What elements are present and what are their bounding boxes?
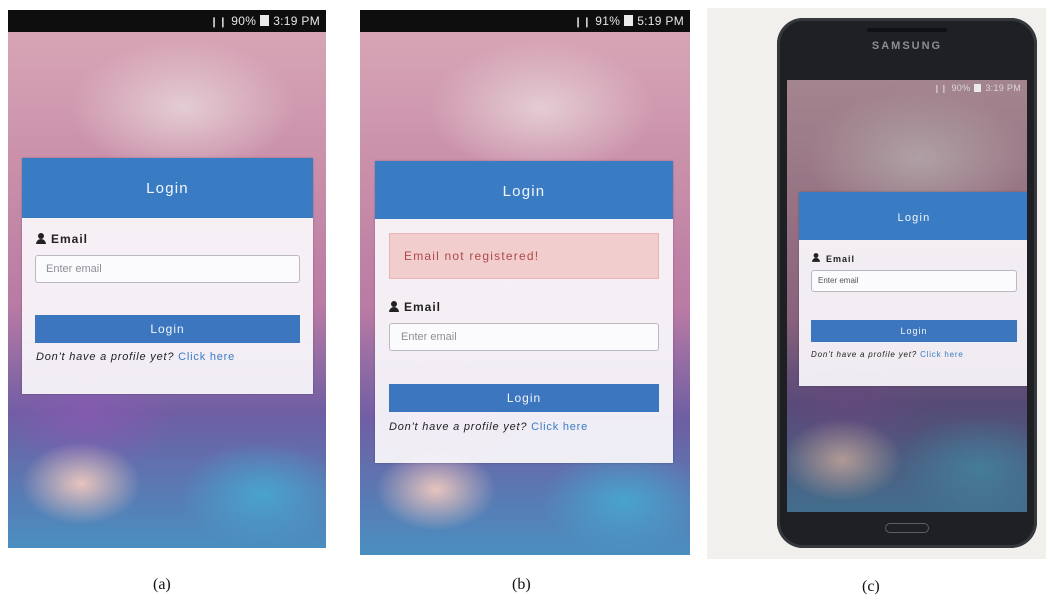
login-card: Login Email Enter email Login Don't have… (799, 192, 1027, 386)
error-message: Email not registered! (404, 249, 540, 263)
battery-icon (624, 15, 634, 26)
email-label-row: Email (36, 232, 88, 246)
login-card: Login Email Enter email Login Don't have… (22, 158, 313, 394)
signup-link[interactable]: Click here (178, 351, 235, 363)
clock: 5:19 PM (637, 14, 684, 28)
signup-link[interactable]: Click here (920, 350, 964, 359)
signup-prompt: Don't have a profile yet? Click here (389, 421, 588, 433)
phone-speaker (867, 28, 947, 32)
email-input[interactable]: Enter email (35, 255, 300, 283)
email-input[interactable]: Enter email (811, 270, 1017, 292)
card-header: Login (375, 161, 673, 219)
login-button[interactable]: Login (35, 315, 300, 343)
signup-text: Don't have a profile yet? (811, 350, 918, 359)
signal-icon: ❙❙ (209, 17, 228, 28)
login-card: Login Email not registered! Email Enter … (375, 161, 673, 463)
caption-c: (c) (862, 578, 880, 595)
login-button-label: Login (900, 326, 928, 336)
user-icon (389, 301, 399, 312)
signup-text: Don't have a profile yet? (36, 351, 175, 363)
battery-percent: 91% (595, 14, 621, 28)
status-bar: ❙❙ 90% 3:19 PM (787, 80, 1027, 96)
caption-a: (a) (153, 576, 171, 593)
signal-icon: ❙❙ (573, 17, 592, 28)
email-label: Email (826, 254, 856, 264)
error-alert: Email not registered! (389, 233, 659, 279)
clock: 3:19 PM (273, 14, 320, 28)
login-button-label: Login (150, 322, 185, 336)
signup-prompt: Don't have a profile yet? Click here (36, 351, 235, 363)
login-button[interactable]: Login (811, 320, 1017, 342)
email-input[interactable]: Enter email (389, 323, 659, 351)
status-bar: ❙❙ 90% 3:19 PM (8, 10, 326, 32)
signal-icon: ❙❙ (933, 84, 948, 93)
email-placeholder: Enter email (818, 276, 859, 285)
battery-icon (974, 84, 982, 92)
login-title: Login (897, 212, 931, 224)
login-title: Login (146, 180, 189, 197)
card-header: Login (799, 192, 1027, 240)
email-placeholder: Enter email (401, 331, 457, 343)
card-header: Login (22, 158, 313, 218)
login-title: Login (502, 183, 546, 200)
signup-link[interactable]: Click here (531, 421, 588, 433)
email-label-row: Email (811, 252, 855, 264)
email-label: Email (404, 300, 442, 314)
login-button-label: Login (506, 391, 542, 405)
email-label-row: Email (389, 300, 441, 314)
home-button (885, 523, 929, 533)
battery-percent: 90% (231, 14, 257, 28)
phone-brand: SAMSUNG (871, 40, 943, 52)
status-bar: ❙❙ 91% 5:19 PM (360, 10, 690, 32)
email-placeholder: Enter email (46, 263, 102, 275)
user-icon (36, 233, 46, 244)
phone-photo-c: SAMSUNG ❙❙ 90% 3:19 PM Login Email Enter e… (707, 8, 1046, 559)
screenshot-a: ❙❙ 90% 3:19 PM Login Email Enter email Log… (8, 10, 326, 548)
signup-prompt: Don't have a profile yet? Click here (811, 350, 964, 359)
caption-b: (b) (512, 576, 531, 593)
clock: 3:19 PM (985, 83, 1021, 93)
phone-screen: ❙❙ 90% 3:19 PM Login Email Enter email Log… (787, 80, 1027, 512)
screenshot-b: ❙❙ 91% 5:19 PM Login Email not registered!… (360, 10, 690, 555)
battery-percent: 90% (951, 83, 971, 93)
signup-text: Don't have a profile yet? (389, 421, 528, 433)
battery-icon (260, 15, 270, 26)
email-label: Email (51, 232, 89, 246)
login-button[interactable]: Login (389, 384, 659, 412)
user-icon (812, 253, 820, 262)
